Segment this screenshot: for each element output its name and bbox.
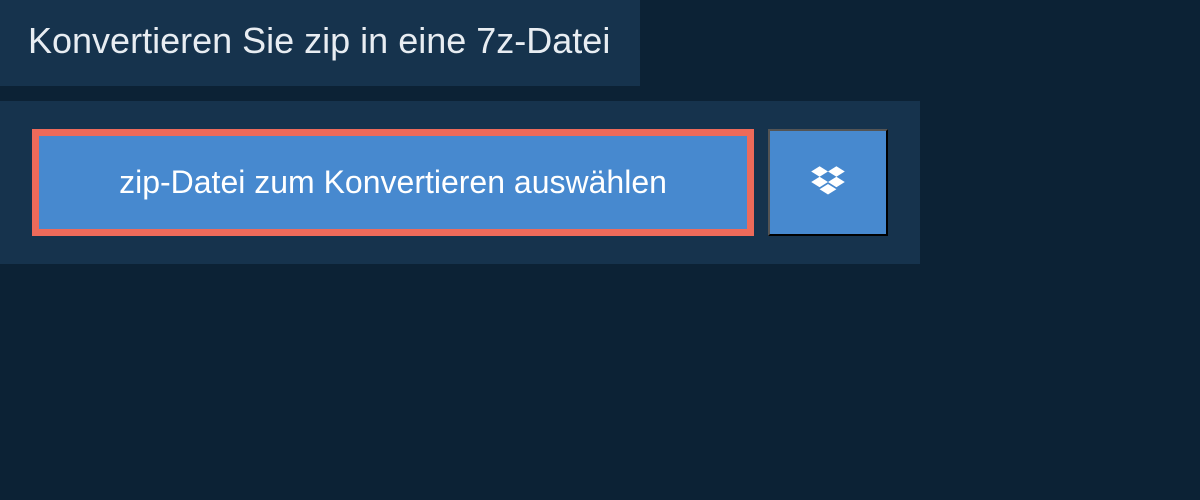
- select-file-button[interactable]: zip-Datei zum Konvertieren auswählen: [32, 129, 754, 236]
- header-bar: Konvertieren Sie zip in eine 7z-Datei: [0, 0, 640, 86]
- dropbox-button[interactable]: [768, 129, 888, 236]
- page-title: Konvertieren Sie zip in eine 7z-Datei: [28, 20, 610, 62]
- dropbox-icon: [807, 162, 849, 204]
- upload-panel: zip-Datei zum Konvertieren auswählen: [0, 101, 920, 264]
- button-row: zip-Datei zum Konvertieren auswählen: [32, 129, 888, 236]
